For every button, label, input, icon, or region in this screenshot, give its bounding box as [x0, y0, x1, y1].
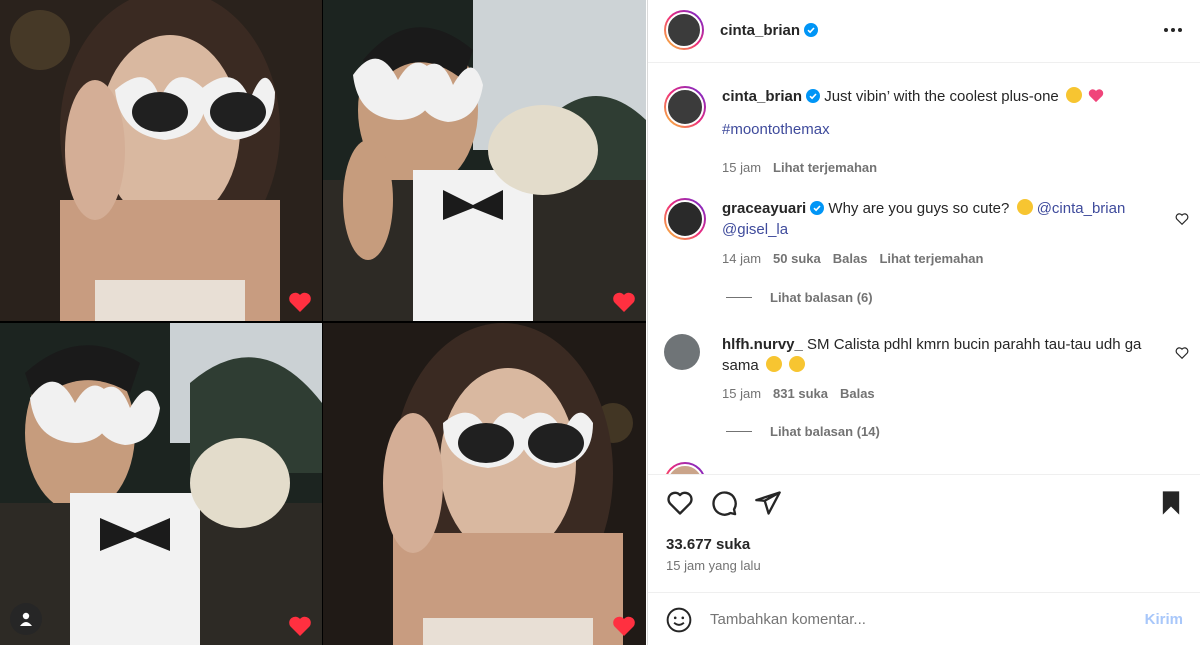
comment-meta: 14 jam 50 suka Balas Lihat terjemahan [722, 251, 983, 266]
comment-body: graceayuari Why are you guys so cute? @c… [722, 198, 1162, 240]
caption-translate-link[interactable]: Lihat terjemahan [773, 160, 877, 175]
emoji-picker-icon[interactable] [666, 607, 692, 633]
view-replies-button[interactable]: Lihat balasan (6) [726, 290, 873, 305]
verified-badge-icon [804, 23, 819, 37]
commenter-avatar[interactable] [664, 198, 706, 240]
more-horizontal-icon [1164, 28, 1168, 32]
photo-man-glasses [0, 323, 322, 645]
post-details-panel: cinta_brian cinta_brian Just vibin’ with… [647, 0, 1200, 645]
photo-woman-glasses [323, 323, 646, 645]
photo-tile-1 [0, 0, 322, 321]
like-heart-icon[interactable] [666, 489, 694, 517]
like-comment-heart-icon[interactable] [1175, 212, 1189, 226]
view-replies-button[interactable]: Lihat balasan (14) [726, 424, 880, 439]
save-bookmark-icon[interactable] [1157, 489, 1185, 517]
author-name-row: cinta_brian [720, 22, 819, 39]
photo-tile-4 [323, 323, 646, 645]
like-count[interactable]: 33.677 suka [666, 536, 750, 553]
send-comment-button[interactable]: Kirim [1145, 611, 1183, 628]
comment-author[interactable]: hlfh.nurvy_ [722, 336, 803, 353]
comment-text: Why are you guys so cute? [828, 200, 1010, 217]
post-actions [648, 474, 1200, 524]
view-replies-label: Lihat balasan (14) [770, 424, 880, 439]
comment-translate-link[interactable]: Lihat terjemahan [879, 251, 983, 266]
like-comment-heart-icon[interactable] [1175, 346, 1189, 360]
comment-mention[interactable]: @cinta_brian [1037, 200, 1126, 217]
comment-item: hlfh.nurvy_ SM Calista pdhl kmrn bucin p… [664, 334, 1189, 454]
heart-sticker-icon [613, 616, 635, 636]
heart-sticker-icon [289, 292, 311, 312]
flushed-face-emoji-icon [789, 356, 806, 372]
caption-time[interactable]: 15 jam [722, 160, 761, 175]
hot-face-emoji-icon [765, 356, 782, 372]
post-timestamp[interactable]: 15 jam yang lalu [666, 558, 761, 573]
heart-sticker-icon [613, 292, 635, 312]
post-media[interactable] [0, 0, 646, 645]
verified-badge-icon [810, 201, 825, 215]
photo-tile-2 [323, 0, 646, 321]
commenter-avatar[interactable] [664, 334, 700, 370]
comment-like-count[interactable]: 50 suka [773, 251, 821, 266]
photo-tile-3 [0, 323, 322, 645]
comment-input[interactable] [710, 611, 1130, 628]
photo-woman-glasses [0, 0, 322, 321]
more-options-button[interactable] [1161, 22, 1185, 38]
comment-mention[interactable]: @gisel_la [722, 221, 788, 238]
comment-author[interactable]: graceayuari [722, 200, 806, 217]
caption-text: Just vibin’ with the coolest plus-one [824, 88, 1059, 105]
heart-eyes-emoji-icon [1016, 199, 1033, 215]
caption-avatar[interactable] [664, 86, 706, 128]
caption-body: cinta_brian Just vibin’ with the coolest… [722, 86, 1162, 140]
photo-man-glasses [323, 0, 646, 321]
caption: cinta_brian Just vibin’ with the coolest… [664, 86, 1189, 186]
comment-reply-button[interactable]: Balas [840, 386, 875, 401]
tagged-users-button[interactable] [10, 603, 42, 635]
comment-like-count[interactable]: 831 suka [773, 386, 828, 401]
post-header: cinta_brian [648, 0, 1200, 63]
comment-meta: 15 jam 831 suka Balas [722, 386, 875, 401]
sunglasses-emoji-icon [1065, 87, 1082, 103]
author-avatar[interactable] [664, 10, 704, 50]
caption-author[interactable]: cinta_brian [722, 88, 802, 105]
share-send-icon[interactable] [754, 489, 782, 517]
comment-composer: Kirim [648, 592, 1200, 645]
caption-hashtag[interactable]: #moontothemax [722, 121, 830, 138]
comments-list[interactable]: cinta_brian Just vibin’ with the coolest… [648, 64, 1200, 474]
heart-sticker-icon [289, 616, 311, 636]
view-replies-label: Lihat balasan (6) [770, 290, 873, 305]
comment-body: hlfh.nurvy_ SM Calista pdhl kmrn bucin p… [722, 334, 1162, 376]
comment-item: graceayuari Why are you guys so cute? @c… [664, 198, 1189, 308]
user-icon [20, 612, 32, 626]
verified-badge-icon [806, 89, 821, 103]
comment-icon[interactable] [710, 489, 738, 517]
commenter-avatar[interactable] [664, 462, 706, 474]
author-username[interactable]: cinta_brian [720, 22, 800, 39]
caption-hashtag-row: #moontothemax [722, 119, 1162, 140]
pink-heart-emoji-icon [1088, 89, 1104, 103]
comment-time[interactable]: 15 jam [722, 386, 761, 401]
caption-meta: 15 jam Lihat terjemahan [722, 160, 877, 175]
comment-time[interactable]: 14 jam [722, 251, 761, 266]
comment-item-partial [664, 462, 1189, 474]
comment-reply-button[interactable]: Balas [833, 251, 868, 266]
